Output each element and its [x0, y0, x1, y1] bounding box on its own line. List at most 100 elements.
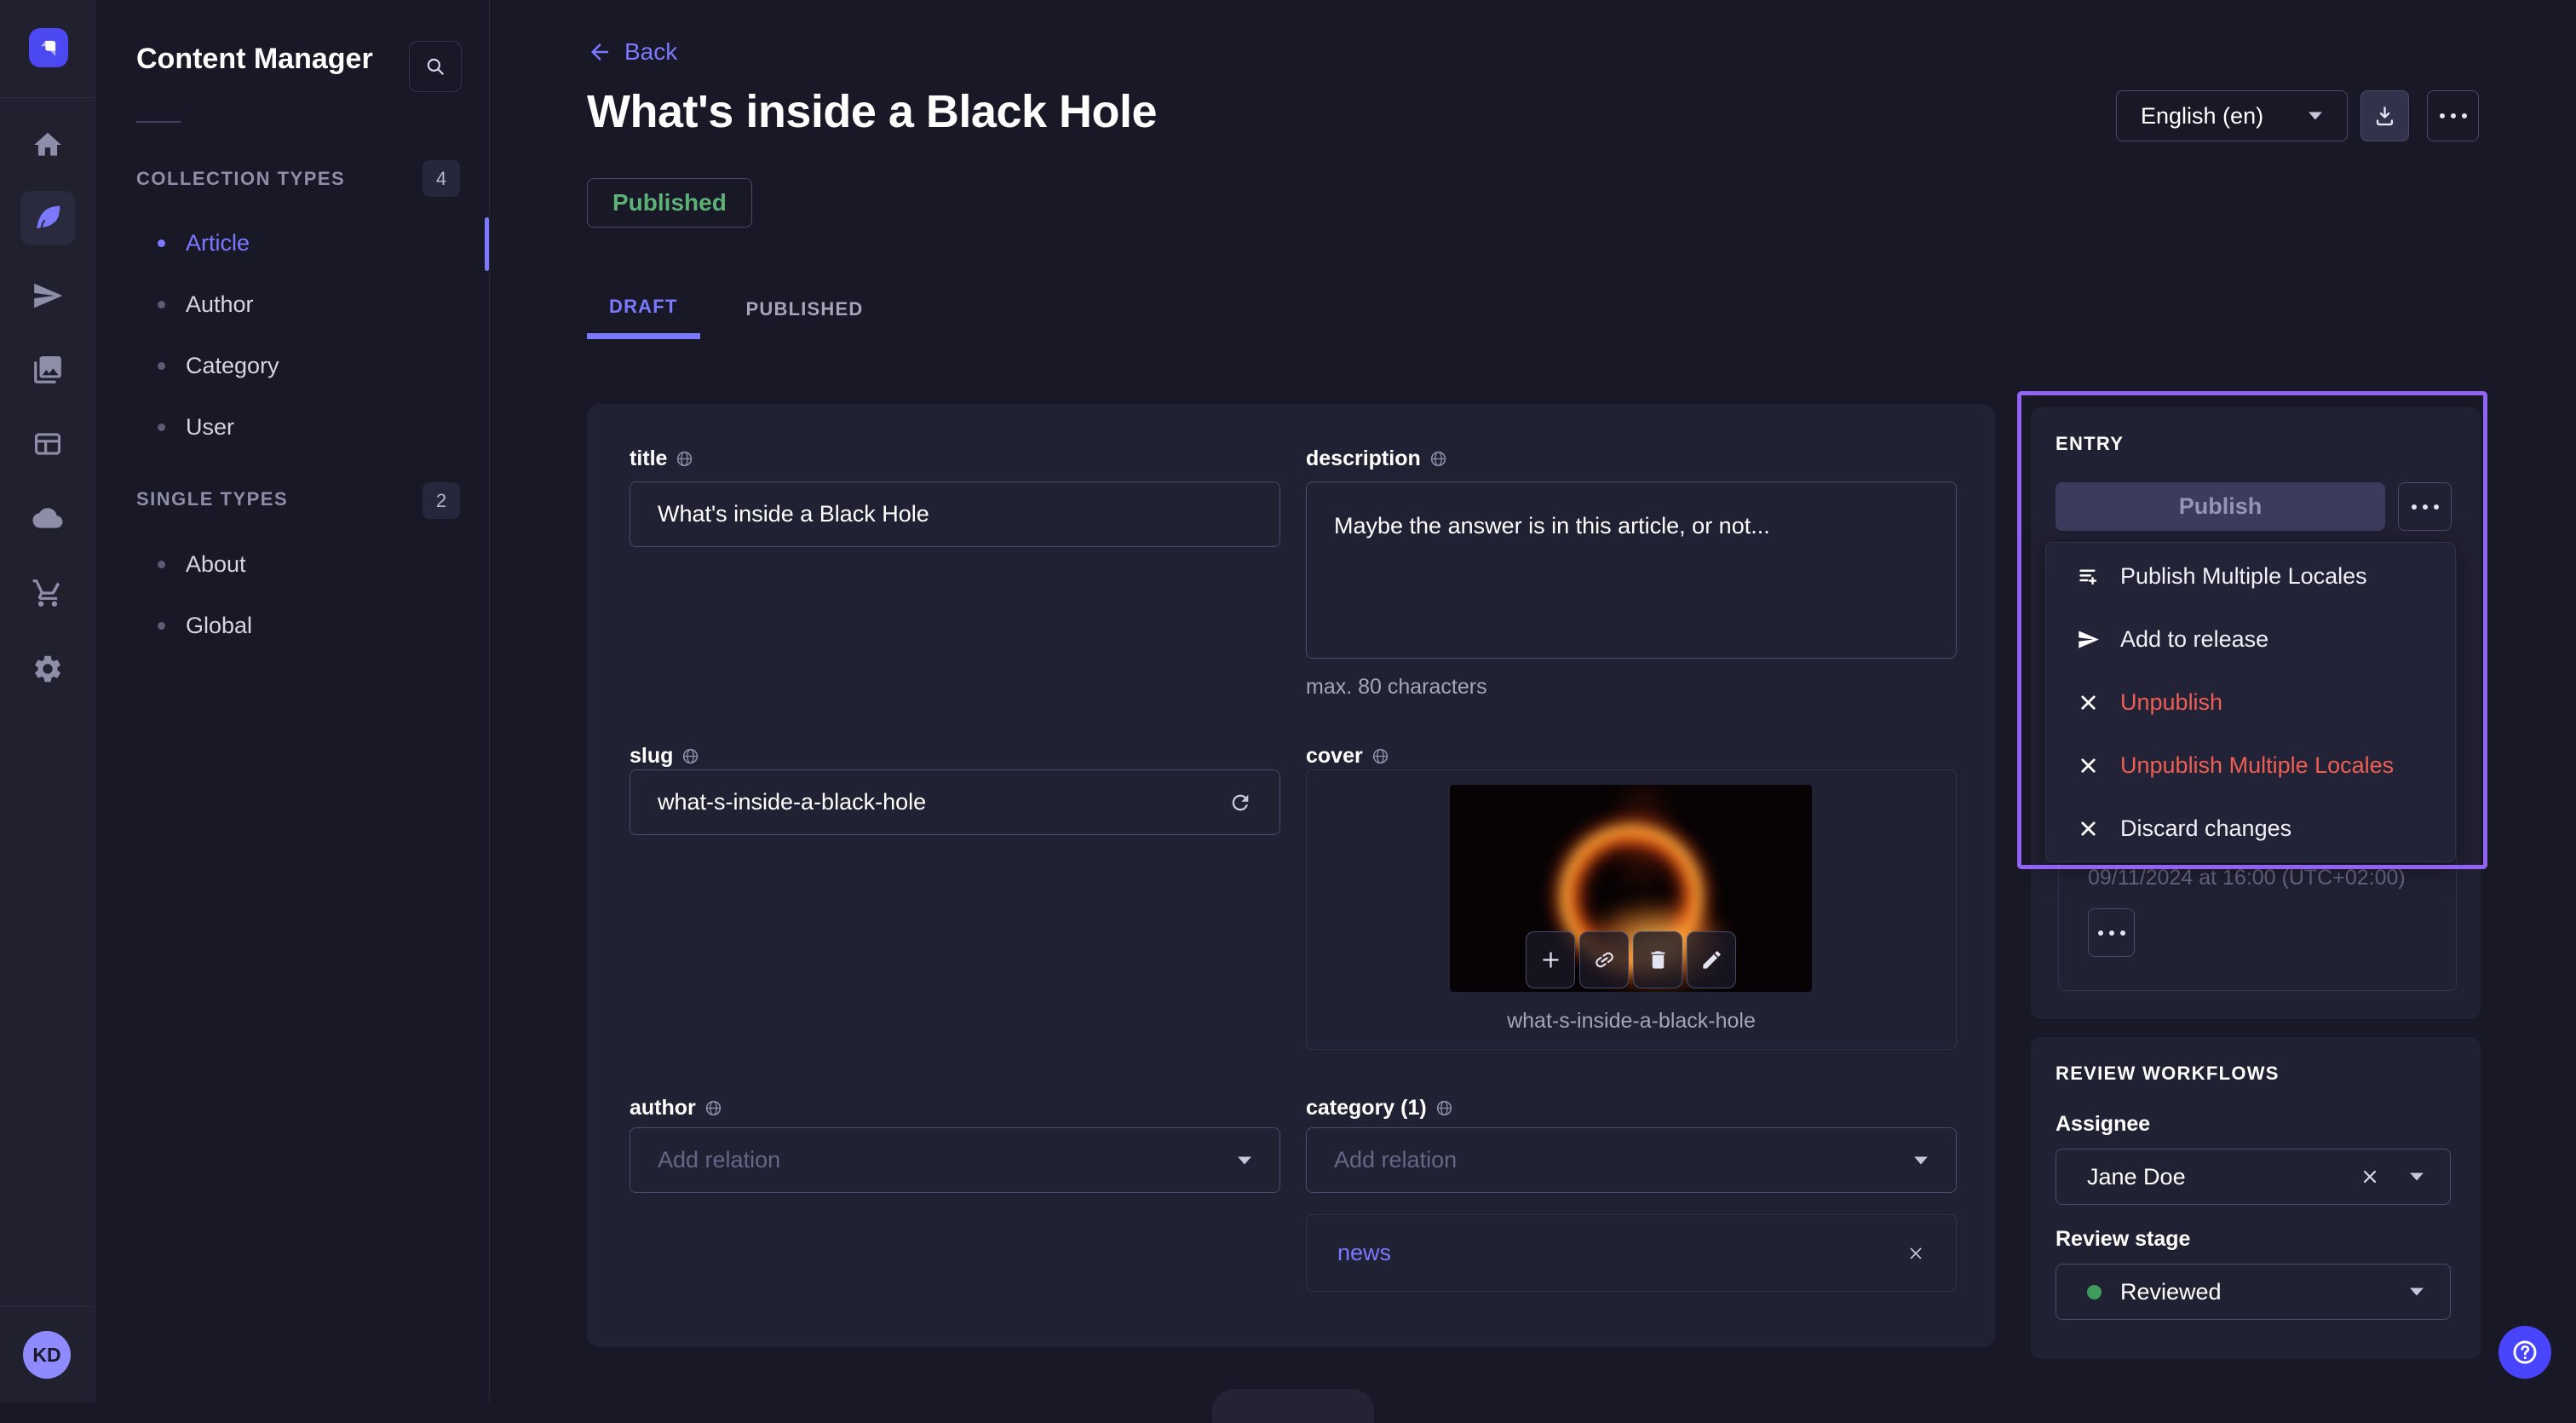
sidebar-item-category[interactable]: Category [95, 335, 490, 396]
version-tabs: DRAFT PUBLISHED [587, 279, 885, 339]
menu-item-unpublish[interactable]: Unpublish [2046, 671, 2455, 734]
add-asset-button[interactable] [1526, 931, 1575, 988]
clear-icon[interactable] [2360, 1167, 2380, 1187]
globe-icon [681, 747, 699, 765]
next-section-peek [1212, 1389, 1374, 1423]
download-icon [2373, 105, 2396, 128]
sidebar-item-user[interactable]: User [95, 396, 490, 458]
section-collection-types: COLLECTION TYPES [136, 168, 345, 190]
bullet-icon [158, 362, 165, 370]
slug-field-label: slug [630, 744, 699, 769]
x-icon [2077, 754, 2100, 777]
bullet-icon [158, 561, 165, 568]
globe-icon [704, 1099, 722, 1117]
regenerate-icon[interactable] [1228, 791, 1252, 815]
cover-actions [1526, 931, 1736, 988]
assignee-combobox[interactable]: Jane Doe [2056, 1149, 2451, 1205]
review-stage-label: Review stage [2056, 1227, 2190, 1252]
sidebar-item-global[interactable]: Global [95, 595, 490, 656]
active-indicator [485, 217, 489, 271]
review-heading: REVIEW WORKFLOWS [2056, 1063, 2280, 1085]
logo-glyph [36, 35, 61, 60]
delete-asset-button[interactable] [1633, 931, 1682, 988]
review-workflows-panel: REVIEW WORKFLOWS Assignee Jane Doe Revie… [2031, 1037, 2481, 1359]
category-field-label: category (1) [1306, 1096, 1453, 1121]
divider [0, 1306, 95, 1307]
single-types-list: About Global [95, 533, 490, 656]
caret-down-icon [1237, 1155, 1252, 1166]
plus-icon [1539, 948, 1562, 971]
review-stage-combobox[interactable]: Reviewed [2056, 1264, 2451, 1320]
header-more-button[interactable] [2427, 90, 2479, 141]
menu-item-add-to-release[interactable]: Add to release [2046, 608, 2455, 671]
bullet-icon [158, 301, 165, 308]
ellipsis-icon [2098, 930, 2125, 936]
media-library-icon[interactable] [24, 346, 72, 394]
entry-more-button[interactable] [2398, 482, 2452, 531]
title-field-label: title [630, 446, 693, 471]
menu-item-discard-changes[interactable]: Discard changes [2046, 797, 2455, 860]
collection-types-list: Article Author Category User [95, 212, 490, 458]
caret-down-icon [2409, 1287, 2424, 1297]
user-avatar[interactable]: KD [23, 1331, 71, 1379]
locale-select[interactable]: English (en) [2116, 90, 2348, 141]
strapi-logo[interactable] [29, 28, 68, 67]
subnav-panel: Content Manager COLLECTION TYPES 4 Artic… [95, 0, 490, 1403]
description-helper: max. 80 characters [1306, 675, 1487, 700]
menu-item-publish-multiple-locales[interactable]: Publish Multiple Locales [2046, 544, 2455, 608]
slug-input[interactable]: what-s-inside-a-black-hole [630, 769, 1280, 835]
home-icon[interactable] [24, 121, 72, 169]
publish-button[interactable]: Publish [2056, 482, 2385, 531]
cover-field: what-s-inside-a-black-hole [1306, 769, 1957, 1050]
info-more-button[interactable] [2088, 908, 2135, 957]
nav-rail: KD [0, 0, 95, 1403]
single-types-count: 2 [423, 482, 460, 519]
menu-item-unpublish-multiple-locales[interactable]: Unpublish Multiple Locales [2046, 734, 2455, 797]
collection-types-count: 4 [423, 160, 460, 197]
sidebar-item-author[interactable]: Author [95, 274, 490, 335]
tab-published[interactable]: PUBLISHED [724, 279, 886, 339]
relation-news-link[interactable]: news [1337, 1240, 1391, 1266]
x-icon [2077, 691, 2100, 714]
search-button[interactable] [409, 41, 462, 92]
sidebar-item-about[interactable]: About [95, 533, 490, 595]
category-relation-input[interactable]: Add relation [1306, 1127, 1957, 1193]
settings-gear-icon[interactable] [24, 645, 72, 693]
globe-icon [1371, 747, 1389, 765]
edit-asset-button[interactable] [1687, 931, 1736, 988]
globe-icon [676, 450, 693, 468]
export-button[interactable] [2360, 90, 2409, 141]
cloud-icon[interactable] [24, 494, 72, 542]
tab-draft[interactable]: DRAFT [587, 279, 700, 339]
remove-relation-icon[interactable] [1906, 1244, 1925, 1263]
copy-link-button[interactable] [1579, 931, 1629, 988]
content-type-builder-icon[interactable] [24, 420, 72, 468]
page-title: What's inside a Black Hole [587, 85, 1157, 138]
bullet-icon [158, 239, 165, 247]
help-button[interactable] [2498, 1326, 2551, 1379]
title-input[interactable]: What's inside a Black Hole [630, 481, 1280, 547]
releases-icon[interactable] [24, 272, 72, 320]
author-relation-input[interactable]: Add relation [630, 1127, 1280, 1193]
section-single-types: SINGLE TYPES [136, 488, 288, 510]
sidebar-item-article[interactable]: Article [95, 212, 490, 274]
send-icon [2077, 628, 2100, 651]
assignee-label: Assignee [2056, 1112, 2150, 1137]
cover-filename: what-s-inside-a-black-hole [1307, 1009, 1956, 1034]
globe-icon [1429, 450, 1447, 468]
content-manager-icon[interactable] [20, 191, 75, 245]
back-link[interactable]: Back [587, 38, 677, 66]
search-icon [424, 55, 446, 78]
link-icon [1593, 948, 1616, 971]
caret-down-icon [2409, 1172, 2424, 1182]
divider [0, 97, 95, 98]
cover-field-label: cover [1306, 744, 1389, 769]
ellipsis-icon [2440, 113, 2467, 118]
status-badge: Published [587, 178, 752, 228]
question-icon [2510, 1338, 2539, 1367]
description-textarea[interactable]: Maybe the answer is in this article, or … [1306, 481, 1957, 659]
marketplace-cart-icon[interactable] [24, 569, 72, 617]
ellipsis-icon [2412, 504, 2439, 510]
arrow-left-icon [587, 39, 612, 65]
entry-form-card: title What's inside a Black Hole descrip… [587, 404, 1995, 1347]
